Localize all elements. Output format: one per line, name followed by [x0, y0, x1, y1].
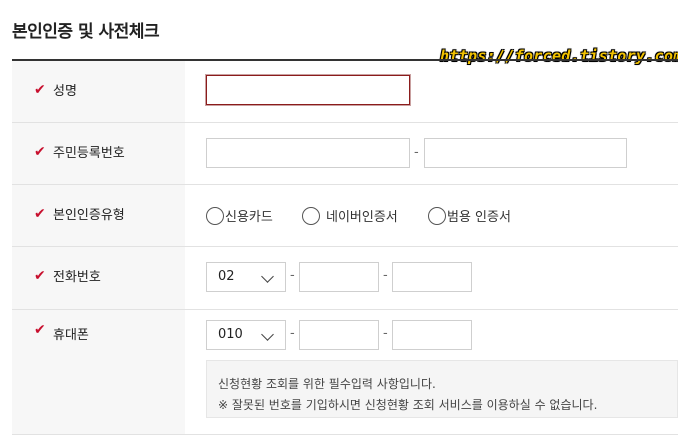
phone-label: 전화번호	[53, 270, 101, 285]
row-auth-type: ✔ 본인인증유형 신용카드 네이버인증서 범용 인증서	[12, 185, 678, 247]
radio-label: 범용 인증서	[447, 210, 511, 225]
label-cell: ✔ 전화번호	[12, 247, 185, 309]
separator: -	[414, 145, 419, 160]
required-check-icon: ✔	[34, 322, 46, 338]
notice-line: ※ 잘못된 번호를 기입하시면 신청현황 조회 서비스를 이용하실 수 없습니다…	[218, 398, 598, 412]
separator: -	[383, 268, 388, 283]
radio-label: 신용카드	[225, 210, 273, 225]
separator: -	[383, 326, 388, 341]
page-title: 본인인증 및 사전체크	[12, 22, 160, 42]
label-cell: ✔ 주민등록번호	[12, 123, 185, 184]
row-resident-number: ✔ 주민등록번호 -	[12, 123, 678, 185]
radio-naver-certificate[interactable]: 네이버인증서	[302, 206, 398, 225]
name-input[interactable]	[206, 75, 410, 105]
resident-number-label: 주민등록번호	[53, 145, 125, 161]
separator: -	[290, 268, 295, 283]
chevron-down-icon	[261, 270, 274, 283]
resident-number-first-input[interactable]	[206, 138, 410, 168]
phone-last-input[interactable]	[392, 262, 472, 292]
radio-button-icon[interactable]	[302, 206, 320, 225]
radio-button-icon[interactable]	[428, 206, 446, 225]
radio-general-certificate[interactable]: 범용 인증서	[428, 206, 511, 225]
mobile-prefix-select[interactable]: 010	[206, 320, 286, 350]
mobile-label: 휴대폰	[53, 328, 89, 343]
chevron-down-icon	[261, 328, 274, 341]
mobile-middle-input[interactable]	[299, 320, 379, 350]
label-cell: ✔ 성명	[12, 61, 185, 122]
radio-label: 네이버인증서	[326, 210, 398, 225]
separator: -	[290, 326, 295, 341]
mobile-last-input[interactable]	[392, 320, 472, 350]
resident-number-second-input[interactable]	[424, 138, 627, 168]
mobile-notice-box: 신청현황 조회를 위한 필수입력 사항입니다. ※ 잘못된 번호를 기입하시면 …	[206, 360, 678, 418]
selected-value: 010	[218, 327, 243, 342]
required-check-icon: ✔	[34, 81, 46, 98]
row-name: ✔ 성명	[12, 61, 678, 123]
required-check-icon: ✔	[34, 205, 46, 222]
phone-middle-input[interactable]	[299, 262, 379, 292]
row-phone: ✔ 전화번호 02 - -	[12, 247, 678, 310]
label-cell: ✔ 휴대폰	[12, 310, 185, 434]
auth-type-label: 본인인증유형	[53, 207, 125, 223]
area-code-select[interactable]: 02	[206, 262, 286, 292]
selected-value: 02	[218, 269, 235, 284]
label-cell: ✔ 본인인증유형	[12, 185, 185, 246]
radio-button-icon[interactable]	[206, 206, 224, 225]
verification-form: ✔ 성명 ✔ 주민등록번호 - ✔ 본인인증유형 신용카드 네이버인증서 범용 …	[12, 61, 678, 435]
radio-credit-card[interactable]: 신용카드	[206, 206, 273, 225]
required-check-icon: ✔	[34, 268, 46, 284]
row-mobile: ✔ 휴대폰 010 - - 신청현황 조회를 위한 필수입력 사항입니다. ※ …	[12, 310, 678, 435]
required-check-icon: ✔	[34, 143, 46, 160]
name-label: 성명	[53, 83, 77, 99]
notice-line: 신청현황 조회를 위한 필수입력 사항입니다.	[218, 377, 436, 391]
